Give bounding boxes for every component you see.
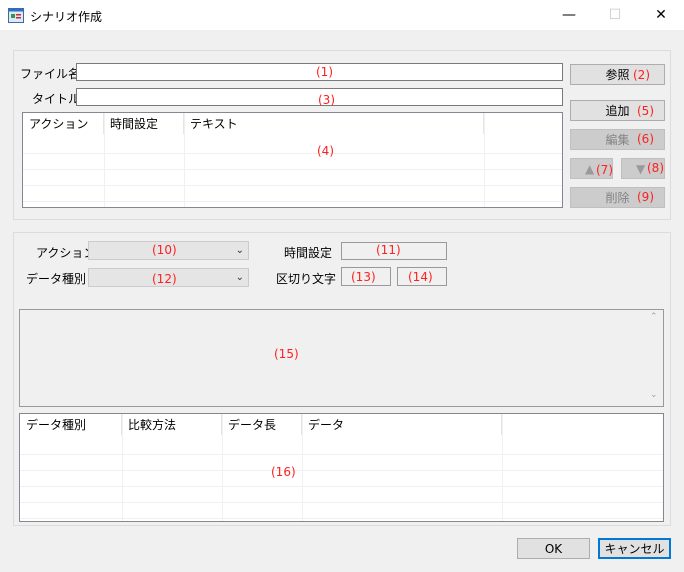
delimiter-label: 区切り文字 <box>276 272 337 286</box>
maximize-icon: ☐ <box>608 7 622 23</box>
column-header-time[interactable]: 時間設定 <box>104 113 184 134</box>
scroll-up-icon[interactable]: ⌃ <box>650 312 658 322</box>
action-label: アクション <box>36 246 96 260</box>
add-button-label: 追加 <box>605 104 630 118</box>
annotation-15: (15) <box>274 347 299 361</box>
browse-button-label: 参照 <box>605 68 630 82</box>
annotation-8: (8) <box>647 161 664 175</box>
cancel-button-label: キャンセル <box>604 542 665 556</box>
annotation-2: (2) <box>633 68 650 82</box>
column-header-length[interactable]: データ長 <box>222 414 302 435</box>
ok-button[interactable]: OK <box>517 538 590 559</box>
cancel-button[interactable]: キャンセル <box>598 538 671 559</box>
data-listview[interactable]: データ種別 比較方法 データ長 データ (16) <box>19 413 664 522</box>
vertical-scrollbar[interactable]: ⌃ ⌄ <box>646 310 663 406</box>
annotation-14: (14) <box>408 270 433 284</box>
close-button[interactable]: ✕ <box>638 0 684 30</box>
annotation-16: (16) <box>271 465 296 479</box>
close-icon: ✕ <box>655 7 667 23</box>
edit-button-label: 編集 <box>605 133 630 147</box>
annotation-13: (13) <box>351 270 376 284</box>
column-header-data[interactable]: データ <box>302 414 502 435</box>
maximize-button: ☐ <box>592 0 638 30</box>
annotation-12: (12) <box>152 272 177 286</box>
app-window-icon <box>8 8 24 23</box>
annotation-10: (10) <box>152 243 177 257</box>
annotation-4: (4) <box>317 144 334 158</box>
minimize-icon: — <box>562 7 576 23</box>
ok-button-label: OK <box>544 541 563 556</box>
minimize-button[interactable]: — <box>546 0 592 30</box>
chevron-down-icon: ⌄ <box>235 245 244 256</box>
down-arrow-icon: ▼ <box>636 161 646 176</box>
column-header-compare[interactable]: 比較方法 <box>122 414 222 435</box>
title-label: タイトル <box>32 92 81 106</box>
delete-button-label: 削除 <box>605 191 630 205</box>
annotation-6: (6) <box>637 132 654 146</box>
text-area[interactable]: ⌃ ⌄ (15) <box>19 309 664 407</box>
annotation-9: (9) <box>637 190 654 204</box>
annotation-1: (1) <box>316 65 333 79</box>
browse-button[interactable]: 参照 <box>570 64 665 85</box>
column-header-text[interactable]: テキスト <box>184 113 484 134</box>
annotation-7: (7) <box>596 163 613 177</box>
up-arrow-icon: ▲ <box>585 161 595 176</box>
column-header-datatype[interactable]: データ種別 <box>20 414 122 435</box>
scroll-down-icon[interactable]: ⌄ <box>650 390 658 400</box>
datatype-label: データ種別 <box>26 272 87 286</box>
scenario-listview[interactable]: アクション 時間設定 テキスト (4) <box>22 112 563 208</box>
annotation-11: (11) <box>376 243 401 257</box>
window-title: シナリオ作成 <box>30 10 103 24</box>
time-label: 時間設定 <box>284 246 333 260</box>
chevron-down-icon: ⌄ <box>235 272 244 283</box>
title-bar: シナリオ作成 — ☐ ✕ <box>0 0 684 30</box>
filename-label: ファイル名 <box>20 67 81 81</box>
column-header-action[interactable]: アクション <box>23 113 104 134</box>
annotation-3: (3) <box>318 93 335 107</box>
annotation-5: (5) <box>637 104 654 118</box>
